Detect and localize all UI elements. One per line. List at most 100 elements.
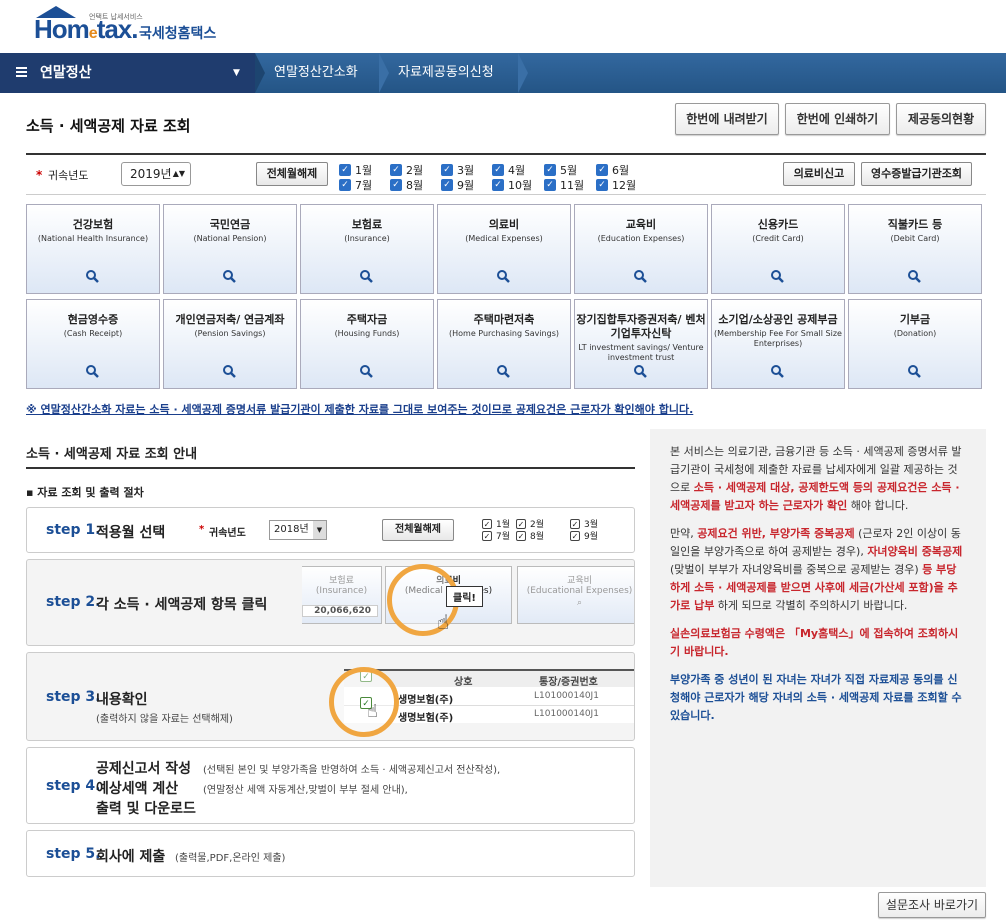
deduction-tile[interactable]: 주택자금 (Housing Funds) xyxy=(300,299,434,389)
info-paragraph-2: 만약, 공제요건 위반, 부양가족 중복공제 (근로자 2인 이상이 동일인을 … xyxy=(670,525,966,615)
tile-english: (Insurance) xyxy=(344,234,390,243)
step1-month-label: 9월 xyxy=(584,532,599,542)
click-callout: 클릭! xyxy=(446,586,483,607)
search-icon xyxy=(907,364,921,378)
deduction-tile[interactable]: 보험료 (Insurance) xyxy=(300,204,434,294)
step2-amount: 20,066,620 xyxy=(302,605,378,617)
step4-title-3: 출력 및 다운로드 xyxy=(96,801,196,817)
deduction-tile[interactable]: 건강보험 (National Health Insurance) xyxy=(26,204,160,294)
month-checkbox[interactable]: ✓ xyxy=(492,164,504,176)
month-label: 9월 xyxy=(457,179,475,192)
search-icon xyxy=(907,269,921,283)
step4-box: step 4. 공제신고서 작성 예상세액 계산 출력 및 다운로드 (선택된 … xyxy=(26,747,635,824)
step1-year-select: 2018년 ▼ xyxy=(269,520,327,540)
breadcrumb-separator xyxy=(255,53,265,93)
breadcrumb-consent-request[interactable]: 자료제공동의신청 xyxy=(398,53,494,93)
step3-box: step 3. 내용확인 (출력하지 않을 자료는 선택해제) 상호 통장/증권… xyxy=(26,652,635,741)
step2-insurance-label: 보험료 xyxy=(329,576,354,586)
tile-english: (Membership Fee For Small Size Enterpris… xyxy=(714,329,842,348)
step1-month-label: 7월 xyxy=(496,532,511,542)
menu-dropdown[interactable]: 연말정산 ▼ xyxy=(0,53,255,93)
clear-months-button[interactable]: 전체월해제 xyxy=(256,162,328,186)
step3-title: 내용확인 xyxy=(96,692,148,708)
hand-cursor-icon: ☝ xyxy=(367,701,378,722)
deduction-tile[interactable]: 개인연금저축/ 연금계좌 (Pension Savings) xyxy=(163,299,297,389)
logo-agency-name: 국세청홈택스 xyxy=(139,26,217,42)
row-account: L101000140J1 xyxy=(534,709,599,719)
consent-status-button[interactable]: 제공동의현황 xyxy=(896,103,986,135)
step1-year-value: 2018년 xyxy=(274,524,309,535)
step2-education-en: (Educational Expenses) xyxy=(526,586,633,596)
deduction-tile[interactable]: 국민연금 (National Pension) xyxy=(163,204,297,294)
tile-english: (Donation) xyxy=(893,329,937,338)
survey-button[interactable]: 설문조사 바로가기 xyxy=(878,892,986,918)
menu-label: 연말정산 xyxy=(40,65,92,81)
year-label: 귀속년도 xyxy=(48,169,89,182)
search-icon xyxy=(770,269,784,283)
tile-title: 소기업/소상공인 공제부금 xyxy=(718,313,838,326)
month-checkbox[interactable]: ✓ xyxy=(544,164,556,176)
text: (맞벌이 부부가 자녀양육비를 중복으로 공제받는 경우) xyxy=(670,563,923,576)
breadcrumb-separator xyxy=(518,53,528,93)
year-select[interactable]: 2019년 ▲▼ xyxy=(121,162,191,186)
deduction-tile[interactable]: 현금영수증 (Cash Receipt) xyxy=(26,299,160,389)
row-account: L101000140J1 xyxy=(534,691,599,701)
month-checkbox[interactable]: ✓ xyxy=(390,179,402,191)
breadcrumb-separator xyxy=(379,53,389,93)
step4-desc-2: (연말정산 세액 자동계산,맞벌이 부부 절세 안내), xyxy=(203,785,408,796)
month-label: 5월 xyxy=(560,164,578,177)
step5-title: 회사에 제출 xyxy=(96,849,166,865)
tile-english: (National Pension) xyxy=(193,234,267,243)
month-checkbox[interactable]: ✓ xyxy=(596,164,608,176)
tile-english: (Credit Card) xyxy=(752,234,804,243)
hometax-logo[interactable]: 언택트 납세서비스 Hometax. 국세청홈택스 xyxy=(34,6,244,48)
deduction-tile[interactable]: 의료비 (Medical Expenses) xyxy=(437,204,571,294)
step2-education-label: 교육비 xyxy=(567,576,592,586)
step1-month-checkbox: ✓ xyxy=(482,519,492,529)
step1-title: 적용월 선택 xyxy=(96,525,166,541)
print-all-button[interactable]: 한번에 인쇄하기 xyxy=(785,103,890,135)
deduction-tile[interactable]: 소기업/소상공인 공제부금 (Membership Fee For Small S… xyxy=(711,299,845,389)
month-checkbox[interactable]: ✓ xyxy=(441,164,453,176)
tile-title: 주택자금 xyxy=(346,313,388,326)
month-checkbox[interactable]: ✓ xyxy=(390,164,402,176)
month-checkbox[interactable]: ✓ xyxy=(339,179,351,191)
deduction-tile[interactable]: 장기집합투자증권저축/ 벤처기업투자신탁 LT investment saving… xyxy=(574,299,708,389)
procedure-heading-text: 자료 조회 및 출력 절차 xyxy=(37,486,144,499)
step1-month-checkbox: ✓ xyxy=(482,531,492,541)
tile-english: (Home Purchasing Savings) xyxy=(449,329,559,338)
download-all-button[interactable]: 한번에 내려받기 xyxy=(675,103,779,135)
col-header-name: 상호 xyxy=(454,677,473,688)
step1-box: step 1. 적용월 선택 * 귀속년도 2018년 ▼ 전체월해제 ✓ 1월 ✓… xyxy=(26,507,635,553)
tile-english: (Cash Receipt) xyxy=(63,329,123,338)
guide-title: 소득 · 세액공제 자료 조회 안내 xyxy=(26,447,198,462)
search-icon xyxy=(633,269,647,283)
search-icon xyxy=(770,364,784,378)
row-company: 생명보험(주) xyxy=(398,695,454,706)
month-label: 8월 xyxy=(406,179,424,192)
step2-title: 각 소득 · 세액공제 항목 클릭 xyxy=(96,597,268,613)
text: 해야 합니다. xyxy=(847,499,909,512)
tile-title: 주택마련저축 xyxy=(473,313,535,326)
deduction-tile[interactable]: 교육비 (Education Expenses) xyxy=(574,204,708,294)
tile-title: 현금영수증 xyxy=(67,313,119,326)
text: 하게 되므로 각별히 주의하시기 바랍니다. xyxy=(714,599,908,612)
medical-report-button[interactable]: 의료비신고 xyxy=(783,162,855,186)
step2-box: step 2. 각 소득 · 세액공제 항목 클릭 보험료 (Insurance… xyxy=(26,559,635,646)
deduction-tile[interactable]: 직불카드 등 (Debit Card) xyxy=(848,204,982,294)
month-checkbox[interactable]: ✓ xyxy=(441,179,453,191)
tile-english: (National Health Insurance) xyxy=(37,234,149,243)
deduction-tile[interactable]: 신용카드 (Credit Card) xyxy=(711,204,845,294)
tile-english: (Pension Savings) xyxy=(194,329,266,338)
month-checkbox[interactable]: ✓ xyxy=(492,179,504,191)
month-checkbox[interactable]: ✓ xyxy=(339,164,351,176)
receipt-issuer-button[interactable]: 영수증발급기관조회 xyxy=(861,162,972,186)
highlight-text: 자녀양육비 중복공제 xyxy=(867,545,963,558)
search-icon xyxy=(496,364,510,378)
deduction-tile[interactable]: 주택마련저축 (Home Purchasing Savings) xyxy=(437,299,571,389)
month-checkbox[interactable]: ✓ xyxy=(544,179,556,191)
deduction-tile[interactable]: 기부금 (Donation) xyxy=(848,299,982,389)
tile-english: (Education Expenses) xyxy=(597,234,685,243)
breadcrumb-simplified-service[interactable]: 연말정산간소화 xyxy=(274,53,358,93)
month-checkbox[interactable]: ✓ xyxy=(596,179,608,191)
